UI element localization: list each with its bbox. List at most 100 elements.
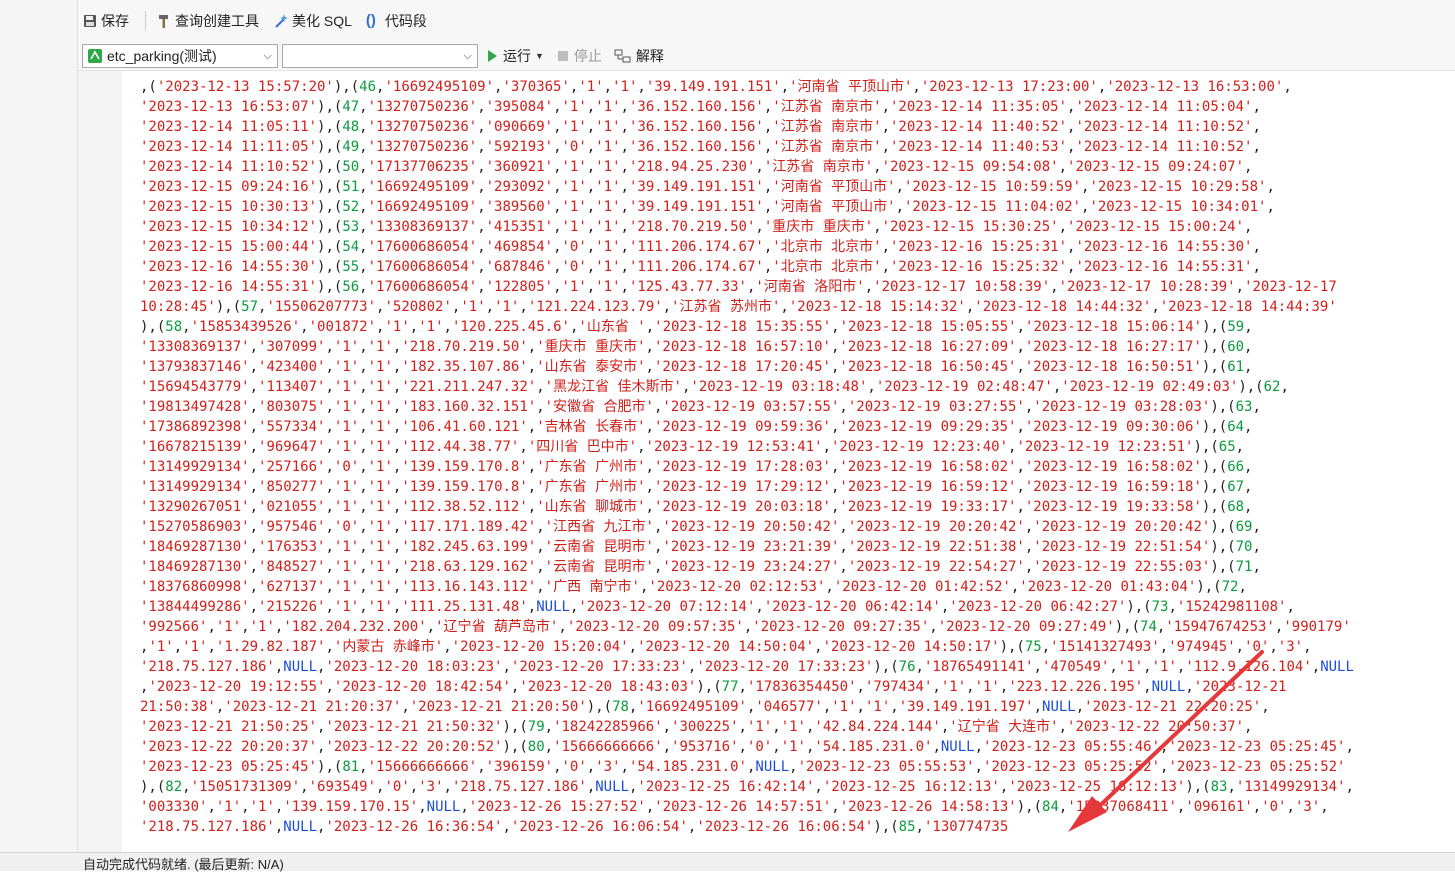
connection-select[interactable]: etc_parking(测试) ⌵ <box>82 44 278 68</box>
code-token: '江苏省 南京市' <box>763 159 874 175</box>
code-token: , <box>544 719 554 735</box>
code-token: ),( <box>1201 419 1228 435</box>
code-token: '13270750236' <box>367 139 478 155</box>
code-snippet-button[interactable]: () 代码段 <box>362 8 431 34</box>
parentheses-icon: () <box>365 12 376 29</box>
code-token: , <box>586 759 596 775</box>
code-token: , <box>912 79 921 95</box>
code-token: '2023-12-20 19:12:55' <box>148 679 326 695</box>
code-token: '1' <box>831 699 857 715</box>
code-token: , <box>1345 779 1354 795</box>
code-token: '2023-12-16 14:55:30' <box>1075 239 1253 255</box>
code-token: '2023-12-15 10:59:59' <box>904 179 1082 195</box>
explain-button[interactable]: 解释 <box>614 46 664 66</box>
run-button[interactable]: 运行 ▼ <box>488 46 544 66</box>
code-token: , <box>1252 399 1261 415</box>
code-line: '2023-12-15 10:30:13'),(52,'16692495109'… <box>140 197 1354 217</box>
code-token: ),( <box>1210 539 1236 555</box>
code-token: 72 <box>1221 579 1239 595</box>
code-token: '1' <box>182 639 208 655</box>
code-token: 21:50:38' <box>140 699 216 715</box>
code-token: '2023-12-19 19:33:17' <box>839 499 1017 515</box>
code-line: '2023-12-14 11:11:05'),(49,'13270750236'… <box>140 137 1354 157</box>
code-token: '627137' <box>258 579 326 595</box>
code-token: '2023-12-20 18:42:54' <box>333 679 511 695</box>
code-snippet-label: 代码段 <box>384 13 427 29</box>
code-token: '2023-12-19 22:54:27' <box>847 559 1025 575</box>
code-token: '18376860998' <box>140 579 250 595</box>
database-select[interactable]: ⌵ <box>282 44 478 68</box>
code-token: '2023-12-20 01:42:52' <box>833 579 1011 595</box>
code-line: '2023-12-14 11:05:11'),(48,'13270750236'… <box>140 117 1354 137</box>
code-token: , <box>536 539 545 555</box>
code-token: , <box>553 179 562 195</box>
code-token: , <box>586 239 596 255</box>
code-token: , <box>325 439 334 455</box>
code-token: , <box>780 299 789 315</box>
code-line: ,'1','1','1.29.82.187','内蒙古 赤峰市','2023-1… <box>140 637 1354 657</box>
code-token: '1' <box>561 99 587 115</box>
code-token: '001872' <box>308 319 377 335</box>
code-token: , <box>586 139 596 155</box>
code-token: '17386892398' <box>140 419 250 435</box>
code-line: 10:28:45'),(57,'15506207773','520802','1… <box>140 297 1354 317</box>
code-token: , <box>553 239 562 255</box>
code-token: '0' <box>1244 639 1270 655</box>
code-token: 55 <box>342 259 360 275</box>
code-token: , <box>856 679 865 695</box>
code-token: '1' <box>367 579 393 595</box>
code-line: '2023-12-23 05:25:45'),(81,'15666666666'… <box>140 757 1354 777</box>
caret-down-icon[interactable]: ▼ <box>535 51 544 61</box>
code-token: , <box>1151 299 1160 315</box>
code-token: , <box>553 99 562 115</box>
code-token: '2023-12-17 10:58:39' <box>873 279 1051 295</box>
code-token: '218.94.25.230' <box>628 159 756 175</box>
code-token: , <box>443 319 452 335</box>
code-token: '112.38.52.112' <box>401 499 528 515</box>
code-line: '17386892398','557334','1','1','106.41.6… <box>140 417 1354 437</box>
code-token: '辽宁省 大连市' <box>949 719 1059 735</box>
code-token: '2023-12-15 11:04:02' <box>904 199 1082 215</box>
code-token: , <box>359 539 368 555</box>
code-token: '2023-12-26 16:36:54' <box>325 819 503 835</box>
code-token: '223.12.226.195' <box>1008 679 1144 695</box>
code-token: '090669' <box>485 119 554 135</box>
code-token: '3' <box>418 779 444 795</box>
code-token: '16692495109' <box>367 179 478 195</box>
code-token: 61 <box>1227 359 1245 375</box>
code-token: '1' <box>595 279 621 295</box>
code-token: '16678215139' <box>140 439 250 455</box>
code-token: '16692495109' <box>367 199 478 215</box>
save-button[interactable]: 保存 <box>78 8 133 34</box>
code-token: , <box>359 119 368 135</box>
query-builder-button[interactable]: 查询创建工具 <box>152 8 263 34</box>
stop-button[interactable]: 停止 <box>557 46 602 66</box>
code-token: '0' <box>561 139 587 155</box>
code-token: , <box>173 639 183 655</box>
code-token: '1' <box>595 159 621 175</box>
beautify-sql-button[interactable]: 美化 SQL <box>269 8 356 34</box>
code-token: '120.225.45.6' <box>451 319 570 335</box>
code-token: '2023-12-14 11:11:05' <box>140 139 318 155</box>
code-token: '992566' <box>140 619 208 635</box>
chevron-down-icon: ⌵ <box>463 49 472 62</box>
code-token: , <box>325 339 334 355</box>
code-token: , <box>249 359 259 375</box>
code-token: , <box>881 259 890 275</box>
code-token: , <box>1244 159 1253 175</box>
code-token: , <box>325 599 334 615</box>
code-token: , <box>359 199 368 215</box>
code-token: , <box>325 639 334 655</box>
code-token: , <box>249 519 259 535</box>
code-area[interactable]: ,('2023-12-13 15:57:20'),(46,'1669249510… <box>140 77 1354 837</box>
code-token: , <box>1235 639 1245 655</box>
sql-editor[interactable]: ,('2023-12-13 15:57:20'),(46,'1669249510… <box>78 71 1455 852</box>
code-token: '182.245.63.199' <box>401 539 537 555</box>
code-token: '1' <box>367 359 393 375</box>
connection-icon <box>88 49 102 63</box>
code-token: '1' <box>367 459 393 475</box>
code-token: 63 <box>1235 399 1253 415</box>
code-token: , <box>1016 359 1025 375</box>
code-token: '396159' <box>485 759 554 775</box>
code-token: '2023-12-20 01:43:04' <box>1019 579 1197 595</box>
